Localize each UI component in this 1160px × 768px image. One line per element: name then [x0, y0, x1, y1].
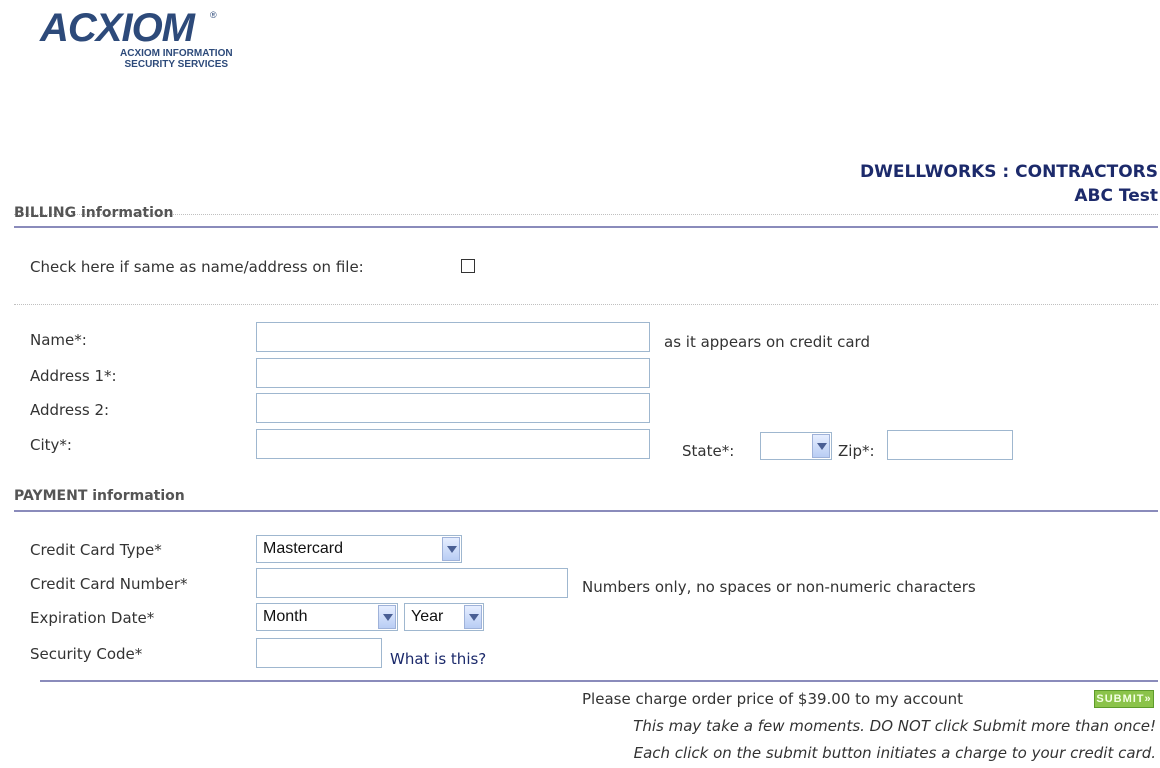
city-input[interactable] [256, 429, 650, 459]
submit-button[interactable]: SUBMIT» [1094, 690, 1154, 708]
payment-section-title: PAYMENT information [14, 488, 185, 504]
address1-input[interactable] [256, 358, 650, 388]
expiration-year-select[interactable]: Year [404, 603, 484, 631]
warning-text-2: Each click on the submit button initiate… [633, 744, 1156, 762]
security-code-label: Security Code* [30, 645, 143, 663]
billing-section-title: BILLING information [14, 205, 174, 221]
card-number-hint: Numbers only, no spaces or non-numeric c… [582, 578, 976, 596]
name-hint: as it appears on credit card [664, 333, 870, 351]
expiration-month-select[interactable]: Month [256, 603, 398, 631]
logo-registered-mark: ® [210, 10, 217, 20]
payment-rule [14, 510, 1158, 512]
divider [14, 214, 1158, 215]
name-label: Name*: [30, 331, 87, 349]
divider [14, 304, 1158, 305]
zip-input[interactable] [887, 430, 1013, 460]
same-as-label: Check here if same as name/address on fi… [30, 258, 364, 276]
city-label: City*: [30, 436, 72, 454]
address2-label: Address 2: [30, 401, 110, 419]
billing-rule [14, 226, 1158, 228]
chevron-down-icon[interactable] [378, 605, 396, 629]
card-number-label: Credit Card Number* [30, 575, 188, 593]
address2-input[interactable] [256, 393, 650, 423]
chevron-down-icon[interactable] [812, 434, 830, 458]
chevron-down-icon[interactable] [442, 537, 460, 561]
same-as-checkbox[interactable] [461, 259, 475, 273]
what-is-this-link[interactable]: What is this? [390, 650, 486, 668]
expiration-label: Expiration Date* [30, 609, 155, 627]
chevron-down-icon[interactable] [464, 605, 482, 629]
card-number-input[interactable] [256, 568, 568, 598]
acxiom-logo: ACXIOM ® ACXIOM INFORMATION SECURITY SER… [40, 8, 280, 78]
zip-label: Zip*: [838, 442, 875, 460]
logo-subtitle: ACXIOM INFORMATION SECURITY SERVICES [120, 48, 233, 70]
footer-rule [40, 680, 1158, 682]
security-code-input[interactable] [256, 638, 382, 668]
logo-wordmark: ACXIOM [40, 6, 195, 50]
address1-label: Address 1*: [30, 367, 117, 385]
card-type-label: Credit Card Type* [30, 541, 162, 559]
warning-text-1: This may take a few moments. DO NOT clic… [633, 717, 1156, 735]
charge-text: Please charge order price of $39.00 to m… [582, 690, 963, 708]
company-title: DWELLWORKS : CONTRACTORS [859, 162, 1158, 182]
card-type-select[interactable]: Mastercard [256, 535, 462, 563]
state-label: State*: [682, 442, 735, 460]
state-select[interactable] [760, 432, 832, 460]
account-name: ABC Test [1074, 186, 1158, 206]
name-input[interactable] [256, 322, 650, 352]
